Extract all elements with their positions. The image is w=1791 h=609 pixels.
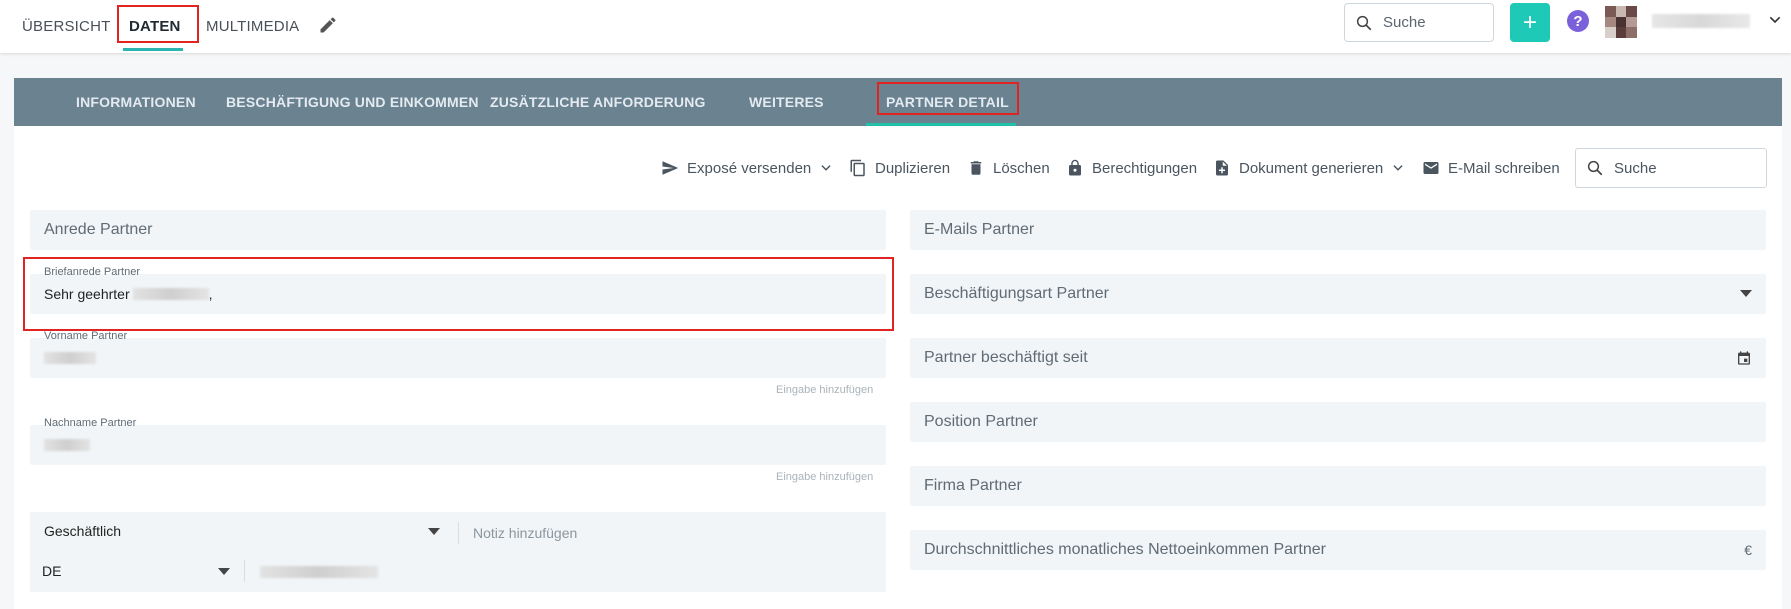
duplicate-button[interactable]: Duplizieren <box>849 156 950 180</box>
mail-icon <box>1423 162 1439 174</box>
tab-multimedia[interactable]: MULTIMEDIA <box>206 0 299 53</box>
phone-note-input[interactable]: Notiz hinzufügen <box>473 525 577 541</box>
caret-down-icon[interactable] <box>218 568 230 576</box>
trash-icon <box>970 161 982 175</box>
nachname-partner-value <box>44 439 90 451</box>
active-tab-indicator <box>123 48 183 51</box>
emails-partner-placeholder: E-Mails Partner <box>924 221 1035 238</box>
beschaeftigungsart-partner-placeholder: Beschäftigungsart Partner <box>924 285 1109 302</box>
vorname-add-input-link[interactable]: Eingabe hinzufügen <box>776 384 873 396</box>
anrede-partner-placeholder: Anrede Partner <box>44 221 153 238</box>
beschaeftigungsart-partner-select[interactable]: Beschäftigungsart Partner <box>910 274 1766 314</box>
generate-document-label: Dokument generieren <box>1239 159 1384 177</box>
briefanrede-partner-field[interactable]: Briefanrede Partner Sehr geehrter , <box>30 266 886 314</box>
delete-label: Löschen <box>993 159 1050 177</box>
currency-symbol: € <box>1744 542 1752 558</box>
pencil-icon[interactable] <box>315 12 341 38</box>
question-icon[interactable]: ? <box>1567 10 1589 32</box>
tab-informationen[interactable]: INFORMATIONEN <box>76 78 196 126</box>
expose-send-button[interactable]: Exposé versenden <box>661 156 841 180</box>
nettoeinkommen-partner-placeholder: Durchschnittliches monatliches Nettoeink… <box>924 541 1326 558</box>
country-code-select[interactable]: DE <box>42 563 61 579</box>
panel-search-input[interactable]: Suche <box>1575 148 1767 188</box>
separator <box>458 522 459 544</box>
tab-zusaetzliche-anforderung[interactable]: ZUSÄTZLICHE ANFORDERUNG <box>490 78 706 126</box>
permissions-button[interactable]: Berechtigungen <box>1066 156 1197 180</box>
firma-partner-field[interactable]: Firma Partner <box>910 466 1766 506</box>
delete-button[interactable]: Löschen <box>967 156 1050 180</box>
top-search-placeholder: Suche <box>1383 14 1426 31</box>
permissions-label: Berechtigungen <box>1092 159 1198 177</box>
nachname-partner-field[interactable]: Nachname Partner <box>30 417 886 465</box>
avatar[interactable] <box>1605 6 1637 38</box>
anrede-partner-field[interactable]: Anrede Partner <box>30 210 886 250</box>
tab-uebersicht[interactable]: ÜBERSICHT <box>22 0 110 53</box>
partner-beschaeftigt-seit-placeholder: Partner beschäftigt seit <box>924 349 1088 366</box>
panel-search-placeholder: Suche <box>1614 159 1657 177</box>
position-partner-placeholder: Position Partner <box>924 413 1038 430</box>
nettoeinkommen-partner-field[interactable]: Durchschnittliches monatliches Nettoeink… <box>910 530 1766 570</box>
search-icon <box>1587 160 1603 176</box>
duplicate-label: Duplizieren <box>875 159 951 177</box>
redacted-first-name <box>44 352 96 364</box>
phone-type-select[interactable]: Geschäftlich <box>44 523 121 539</box>
vorname-partner-field[interactable]: Vorname Partner <box>30 330 886 378</box>
document-add-icon <box>1216 160 1228 176</box>
vorname-partner-label: Vorname Partner <box>44 330 128 342</box>
caret-down-icon <box>1740 290 1752 298</box>
calendar-icon[interactable] <box>1736 350 1752 366</box>
nachname-add-input-link[interactable]: Eingabe hinzufügen <box>776 471 873 483</box>
user-name-redacted[interactable] <box>1652 14 1750 28</box>
tab-partner-detail[interactable]: PARTNER DETAIL <box>886 78 1009 126</box>
chevron-down-icon[interactable] <box>1765 10 1785 30</box>
briefanrede-prefix: Sehr geehrter <box>44 286 130 302</box>
generate-document-button[interactable]: Dokument generieren <box>1213 156 1413 180</box>
send-icon <box>662 161 679 175</box>
write-email-label: E-Mail schreiben <box>1448 159 1560 177</box>
briefanrede-partner-value: Sehr geehrter , <box>44 286 213 302</box>
position-partner-field[interactable]: Position Partner <box>910 402 1766 442</box>
expose-send-label: Exposé versenden <box>687 159 812 177</box>
copy-icon <box>850 159 865 177</box>
plus-icon: + <box>1522 8 1537 36</box>
chevron-down-icon <box>1393 165 1403 171</box>
redacted-name <box>132 288 209 300</box>
tab-beschaeftigung-und-einkommen[interactable]: BESCHÄFTIGUNG UND EINKOMMEN <box>226 78 479 126</box>
emails-partner-field[interactable]: E-Mails Partner <box>910 210 1766 250</box>
add-button[interactable]: + <box>1510 3 1550 42</box>
redacted-last-name <box>44 439 90 451</box>
search-icon <box>1356 15 1372 30</box>
partner-beschaeftigt-seit-field[interactable]: Partner beschäftigt seit <box>910 338 1766 378</box>
firma-partner-placeholder: Firma Partner <box>924 477 1022 494</box>
nachname-partner-label: Nachname Partner <box>44 417 137 429</box>
chevron-down-icon <box>821 165 831 171</box>
phone-field-group: Geschäftlich Notiz hinzufügen DE <box>30 512 886 592</box>
tab-weiteres[interactable]: WEITERES <box>749 78 824 126</box>
top-search-input[interactable]: Suche <box>1344 3 1494 42</box>
briefanrede-suffix: , <box>208 286 213 302</box>
tab-daten[interactable]: DATEN <box>129 0 181 53</box>
vorname-partner-value <box>44 352 96 364</box>
briefanrede-partner-label: Briefanrede Partner <box>44 266 140 278</box>
caret-down-icon[interactable] <box>428 528 440 536</box>
separator <box>244 560 245 582</box>
redacted-phone-number[interactable] <box>260 566 378 578</box>
write-email-button[interactable]: E-Mail schreiben <box>1422 156 1560 180</box>
lock-icon <box>1069 159 1081 176</box>
